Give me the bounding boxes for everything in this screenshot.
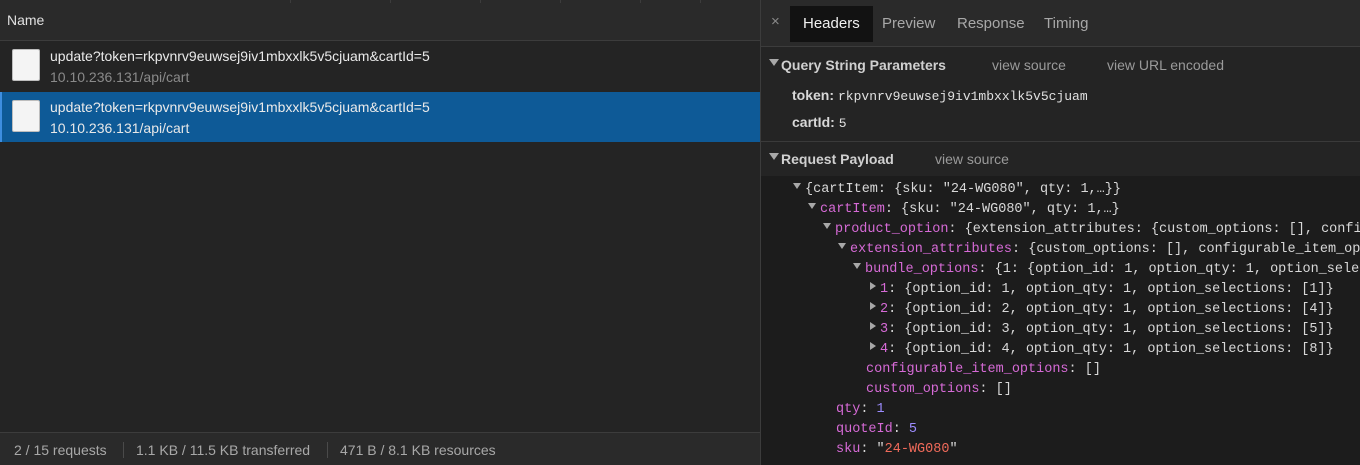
document-icon xyxy=(12,100,40,132)
tab-headers[interactable]: Headers xyxy=(790,6,873,42)
section-title: Query String Parameters xyxy=(781,57,946,73)
expanded-arrow-icon[interactable] xyxy=(838,243,846,250)
payload-tree-node: custom_options: [] xyxy=(866,382,1012,397)
selection-edge xyxy=(0,92,2,142)
payload-token: " xyxy=(876,442,885,457)
payload-token: : {extension_attributes: {custom_options… xyxy=(948,222,1360,237)
payload-tree-node: quoteId: 5 xyxy=(836,422,917,437)
request-payload-section-header[interactable]: Request Payload view source xyxy=(761,144,1360,174)
name-column-header[interactable]: Name xyxy=(0,0,760,41)
status-separator xyxy=(123,442,124,458)
name-column-label: Name xyxy=(7,12,45,28)
request-row-selected[interactable]: update?token=rkpvnrv9euwsej9iv1mbxxlk5v5… xyxy=(0,92,760,142)
payload-token: " xyxy=(949,442,958,457)
payload-token: quoteId xyxy=(836,422,893,437)
payload-token: : xyxy=(860,402,877,417)
payload-token: 1 xyxy=(880,282,889,297)
param-key: token: xyxy=(792,87,834,103)
resources-size: 471 B / 8.1 KB resources xyxy=(340,442,496,458)
payload-token: cartItem xyxy=(820,202,885,217)
expanded-arrow-icon[interactable] xyxy=(823,223,831,230)
view-url-encoded-link[interactable]: view URL encoded xyxy=(1107,57,1224,73)
payload-token: 3 xyxy=(880,322,889,337)
expanded-arrow-icon[interactable] xyxy=(853,263,861,270)
close-icon[interactable]: × xyxy=(771,13,780,30)
payload-tree-node[interactable]: extension_attributes: {custom_options: [… xyxy=(838,242,1360,257)
request-count: 2 / 15 requests xyxy=(14,442,107,458)
payload-token: : {option_id: 4, option_qty: 1, option_s… xyxy=(888,342,1334,357)
tab-response[interactable]: Response xyxy=(957,6,1025,42)
collapsed-arrow-icon[interactable] xyxy=(870,302,876,311)
collapsed-arrow-icon[interactable] xyxy=(870,322,876,331)
payload-token: : {sku: "24-WG080", qty: 1,…} xyxy=(884,202,1120,217)
payload-token: : {option_id: 2, option_qty: 1, option_s… xyxy=(888,302,1334,317)
payload-tree-node[interactable]: 4: {option_id: 4, option_qty: 1, option_… xyxy=(868,342,1334,357)
payload-tree-node[interactable]: 3: {option_id: 3, option_qty: 1, option_… xyxy=(868,322,1334,337)
payload-tree-node[interactable]: cartItem: {sku: "24-WG080", qty: 1,…} xyxy=(808,202,1120,217)
payload-token: : {custom_options: [], configurable_item… xyxy=(1012,242,1360,257)
query-string-section-header[interactable]: Query String Parameters view source view… xyxy=(761,50,1360,80)
request-title: update?token=rkpvnrv9euwsej9iv1mbxxlk5v5… xyxy=(50,99,430,115)
payload-token: bundle_options xyxy=(865,262,979,277)
tab-preview[interactable]: Preview xyxy=(882,6,935,42)
collapsed-arrow-icon[interactable] xyxy=(870,282,876,291)
payload-token: 5 xyxy=(908,422,918,437)
status-separator xyxy=(327,442,328,458)
payload-token: : {option_id: 1, option_qty: 1, option_s… xyxy=(888,282,1334,297)
column-gridlines xyxy=(0,0,760,3)
payload-token: product_option xyxy=(835,222,949,237)
payload-token: 4 xyxy=(880,342,889,357)
details-tabbar: × Headers Preview Response Timing xyxy=(761,0,1360,47)
section-title: Request Payload xyxy=(781,151,894,167)
payload-token: extension_attributes xyxy=(850,242,1013,257)
payload-tree: {cartItem: {sku: "24-WG080", qty: 1,…}} c… xyxy=(761,176,1360,465)
payload-tree-node[interactable]: 2: {option_id: 2, option_qty: 1, option_… xyxy=(868,302,1334,317)
payload-token: configurable_item_options xyxy=(866,362,1069,377)
request-url: 10.10.236.131/api/cart xyxy=(50,120,190,136)
payload-tree-node[interactable]: product_option: {extension_attributes: {… xyxy=(823,222,1360,237)
payload-token: : [] xyxy=(1068,362,1101,377)
payload-tree-node[interactable]: {cartItem: {sku: "24-WG080", qty: 1,…}} xyxy=(793,182,1121,197)
payload-tree-node[interactable]: bundle_options: {1: {option_id: 1, optio… xyxy=(853,262,1360,277)
param-key: cartId: xyxy=(792,114,835,130)
request-row[interactable]: update?token=rkpvnrv9euwsej9iv1mbxxlk5v5… xyxy=(0,41,760,91)
expanded-arrow-icon[interactable] xyxy=(808,203,816,210)
payload-token: qty xyxy=(836,402,861,417)
tab-timing[interactable]: Timing xyxy=(1044,6,1088,42)
view-source-link[interactable]: view source xyxy=(935,151,1009,167)
payload-token: : xyxy=(860,442,877,457)
payload-token: : {1: {option_id: 1, option_qty: 1, opti… xyxy=(978,262,1360,277)
param-value: 5 xyxy=(838,116,847,131)
param-value: rkpvnrv9euwsej9iv1mbxxlk5v5cjuam xyxy=(838,89,1088,104)
view-source-link[interactable]: view source xyxy=(992,57,1066,73)
payload-tree-node[interactable]: 1: {option_id: 1, option_qty: 1, option_… xyxy=(868,282,1334,297)
payload-token: custom_options xyxy=(866,382,980,397)
status-bar: 2 / 15 requests 1.1 KB / 11.5 KB transfe… xyxy=(0,432,760,465)
expanded-arrow-icon[interactable] xyxy=(793,183,801,190)
collapse-triangle-icon xyxy=(769,153,779,160)
payload-tree-node: qty: 1 xyxy=(836,402,885,417)
payload-token: : [] xyxy=(979,382,1012,397)
query-param-cartid: cartId: 5 xyxy=(792,114,847,131)
payload-token: : xyxy=(892,422,909,437)
payload-token: 2 xyxy=(880,302,889,317)
payload-token: 1 xyxy=(876,402,885,417)
payload-token: : {option_id: 3, option_qty: 1, option_s… xyxy=(888,322,1334,337)
network-request-list: Name update?token=rkpvnrv9euwsej9iv1mbxx… xyxy=(0,0,760,465)
query-param-token: token: rkpvnrv9euwsej9iv1mbxxlk5v5cjuam xyxy=(792,87,1088,104)
transferred-size: 1.1 KB / 11.5 KB transferred xyxy=(136,442,311,458)
collapse-triangle-icon xyxy=(769,59,779,66)
payload-token: sku xyxy=(836,442,861,457)
payload-token: {cartItem: {sku: "24-WG080", qty: 1,…}} xyxy=(805,182,1121,197)
payload-tree-node: sku: "24-WG080" xyxy=(836,442,958,457)
payload-tree-node: configurable_item_options: [] xyxy=(866,362,1101,377)
request-url: 10.10.236.131/api/cart xyxy=(50,69,190,85)
request-title: update?token=rkpvnrv9euwsej9iv1mbxxlk5v5… xyxy=(50,48,430,64)
payload-token: 24-WG080 xyxy=(884,442,950,457)
request-details-pane: × Headers Preview Response Timing Query … xyxy=(761,0,1360,465)
collapsed-arrow-icon[interactable] xyxy=(870,342,876,351)
section-separator xyxy=(761,141,1360,142)
document-icon xyxy=(12,49,40,81)
